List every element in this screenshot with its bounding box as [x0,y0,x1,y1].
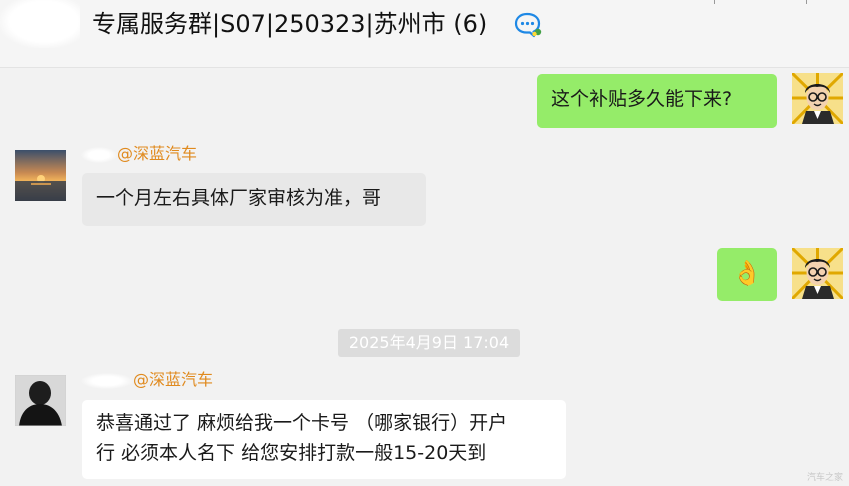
cartoon-avatar-icon [792,248,843,299]
sender-avatar-dark[interactable] [15,375,66,426]
sunset-photo-icon [15,150,66,201]
ok-hand-emoji-icon: 👌 [732,259,762,287]
other-message-bubble[interactable]: 恭喜通过了 麻烦给我一个卡号 （哪家银行）开户 行 必须本人名下 给您安排打款一… [82,400,566,479]
blurred-name [81,372,133,389]
watermark-text: 汽车之家 [806,473,843,483]
my-message-bubble[interactable]: 这个补贴多久能下来? [537,74,777,128]
person-photo-icon [15,375,66,426]
window-control-mark [714,0,715,4]
blurred-name [81,146,117,163]
message-timestamp: 2025年4月9日 17:04 [338,329,520,357]
chat-bubble-icon[interactable] [514,12,544,38]
window-control-mark [806,0,807,4]
my-avatar[interactable] [792,248,843,299]
sender-name: @深蓝汽车 [81,370,213,390]
blurred-avatar-area [0,0,80,48]
chat-title: 专属服务群|S07|250323|苏州市 (6) [92,10,488,38]
my-emoji-bubble[interactable]: 👌 [717,248,777,301]
sender-avatar-sunset[interactable] [15,150,66,201]
message-line: 恭喜通过了 麻烦给我一个卡号 （哪家银行）开户 [96,412,508,434]
cartoon-avatar-icon [792,73,843,124]
sender-name: @深蓝汽车 [81,144,197,164]
other-message-bubble[interactable]: 一个月左右具体厂家审核为准，哥 [82,173,426,226]
chat-header: 专属服务群|S07|250323|苏州市 (6) [0,0,849,68]
message-line: 行 必须本人名下 给您安排打款一般15-20天到 [96,442,487,464]
my-avatar[interactable] [792,73,843,124]
